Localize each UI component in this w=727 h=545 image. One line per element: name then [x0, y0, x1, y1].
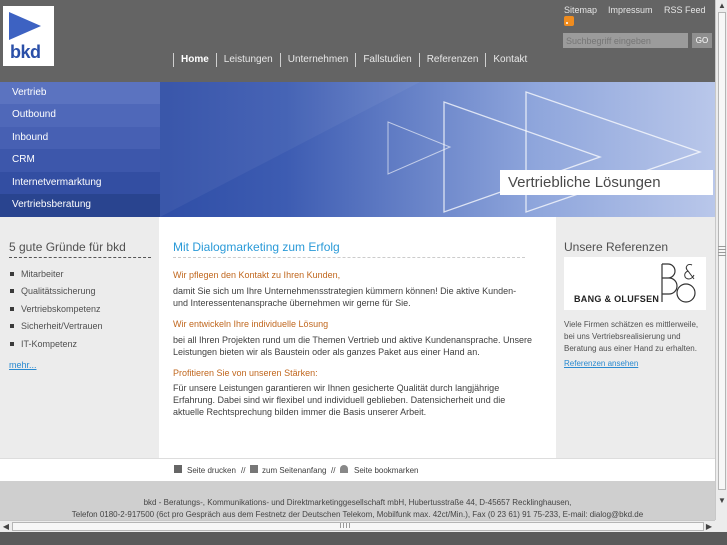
reason-item[interactable]: IT-Kompetenz	[10, 339, 103, 356]
more-link[interactable]: mehr...	[9, 360, 37, 370]
hero-banner: Vertrieb Outbound Inbound CRM Internetve…	[0, 82, 715, 217]
arrow-up-icon[interactable]	[250, 465, 258, 473]
footer-line: Telefon 0180-2-917500 (6ct pro Gespräch …	[71, 510, 644, 519]
sidebar-item-inbound[interactable]: Inbound	[0, 127, 160, 149]
scroll-down-icon[interactable]: ▼	[717, 496, 727, 506]
nav-fallstudien[interactable]: Fallstudien	[355, 53, 418, 67]
nav-kontakt[interactable]: Kontakt	[485, 53, 534, 67]
print-icon[interactable]	[174, 465, 182, 473]
search-input[interactable]	[563, 33, 688, 48]
bo-monogram-icon	[661, 263, 696, 303]
bang-olufsen-logo[interactable]: BANG & OLUFSEN	[564, 257, 706, 310]
footer-line: bkd - Beratungs-, Kommunikations- und Di…	[143, 498, 572, 507]
references-text: Viele Firmen schätzen es mittlerweile, b…	[564, 320, 699, 353]
separator: //	[331, 466, 336, 475]
section-text: Für unsere Leistungen garantieren wir Ih…	[173, 383, 506, 417]
sidebar-item-internetvermarktung[interactable]: Internetvermarktung	[0, 172, 160, 194]
nav-leistungen[interactable]: Leistungen	[215, 53, 280, 67]
top-link[interactable]: zum Seitenanfang	[262, 466, 327, 475]
scrollbar-corner	[715, 520, 727, 532]
divider	[173, 257, 525, 258]
window-bottom	[0, 532, 727, 545]
reasons-title: 5 gute Gründe für bkd	[9, 240, 126, 254]
bookmark-link[interactable]: Seite bookmarken	[354, 466, 418, 475]
reasons-panel: 5 gute Gründe für bkd Mitarbeiter Qualit…	[0, 217, 159, 458]
section-text: damit Sie sich um Ihre Unternehmensstrat…	[173, 286, 517, 308]
main-content: Mit Dialogmarketing zum Erfolg Wir pfleg…	[159, 217, 555, 458]
vertical-scrollbar[interactable]: ▲ ▼	[715, 0, 727, 520]
references-link[interactable]: Referenzen ansehen	[564, 359, 638, 368]
footer: bkd - Beratungs-, Kommunikations- und Di…	[0, 481, 715, 520]
print-link[interactable]: Seite drucken	[187, 466, 236, 475]
section-text: bei all Ihren Projekten rund um die Them…	[173, 335, 533, 357]
nav-referenzen[interactable]: Referenzen	[418, 53, 486, 67]
scrollbar-thumb[interactable]	[12, 522, 704, 531]
references-panel: Unsere Referenzen BANG & OLUFSEN Viele F…	[556, 217, 715, 458]
logo-wordmark: BANG & OLUFSEN	[574, 294, 660, 304]
horizontal-scrollbar[interactable]: ◀ ▶	[0, 520, 715, 532]
hero-caption: Vertriebliche Lösungen	[500, 170, 713, 195]
reason-item[interactable]: Mitarbeiter	[10, 269, 103, 286]
logo-text: bkd	[10, 42, 41, 62]
impressum-link[interactable]: Impressum	[608, 5, 653, 15]
separator: //	[241, 466, 246, 475]
rss-feed-link[interactable]: RSS Feed	[664, 5, 706, 15]
sidebar-item-vertrieb[interactable]: Vertrieb	[0, 82, 160, 104]
heart-icon[interactable]	[340, 465, 348, 473]
page-tools: Seite drucken // zum Seitenanfang // Sei…	[0, 458, 715, 482]
section-heading: Wir entwickeln Ihre individuelle Lösung	[173, 319, 329, 329]
reason-item[interactable]: Vertriebskompetenz	[10, 304, 103, 321]
sidebar-item-outbound[interactable]: Outbound	[0, 104, 160, 126]
content-area: 5 gute Gründe für bkd Mitarbeiter Qualit…	[0, 217, 715, 458]
nav-unternehmen[interactable]: Unternehmen	[279, 53, 356, 67]
references-title: Unsere Referenzen	[564, 240, 669, 254]
reason-item[interactable]: Qualitätssicherung	[10, 286, 103, 303]
scrollbar-grip	[340, 523, 352, 528]
search-go-button[interactable]: GO	[692, 33, 712, 48]
bkd-logo[interactable]: bkd	[3, 6, 54, 66]
reasons-list: Mitarbeiter Qualitätssicherung Vertriebs…	[10, 269, 103, 356]
page: bkd Sitemap Impressum RSS Feed GO Home L…	[0, 0, 715, 520]
scroll-up-icon[interactable]: ▲	[717, 1, 727, 11]
reason-item[interactable]: Sicherheit/Vertrauen	[10, 321, 103, 338]
sidebar-item-vertriebsberatung[interactable]: Vertriebsberatung	[0, 194, 160, 216]
logo-triangle-icon	[9, 12, 41, 40]
scroll-right-icon[interactable]: ▶	[704, 521, 714, 532]
main-title: Mit Dialogmarketing zum Erfolg	[173, 240, 340, 254]
main-nav: Home Leistungen Unternehmen Fallstudien …	[173, 53, 534, 67]
section-heading: Profitieren Sie von unseren Stärken:	[173, 368, 318, 378]
divider	[9, 257, 151, 258]
sitemap-link[interactable]: Sitemap	[564, 5, 597, 15]
scroll-left-icon[interactable]: ◀	[1, 521, 11, 532]
rss-icon[interactable]	[564, 16, 574, 26]
sidebar-item-crm[interactable]: CRM	[0, 149, 160, 171]
scrollbar-grip	[718, 246, 726, 256]
section-heading: Wir pflegen den Kontakt zu Ihren Kunden,	[173, 270, 341, 280]
nav-home[interactable]: Home	[173, 53, 216, 67]
